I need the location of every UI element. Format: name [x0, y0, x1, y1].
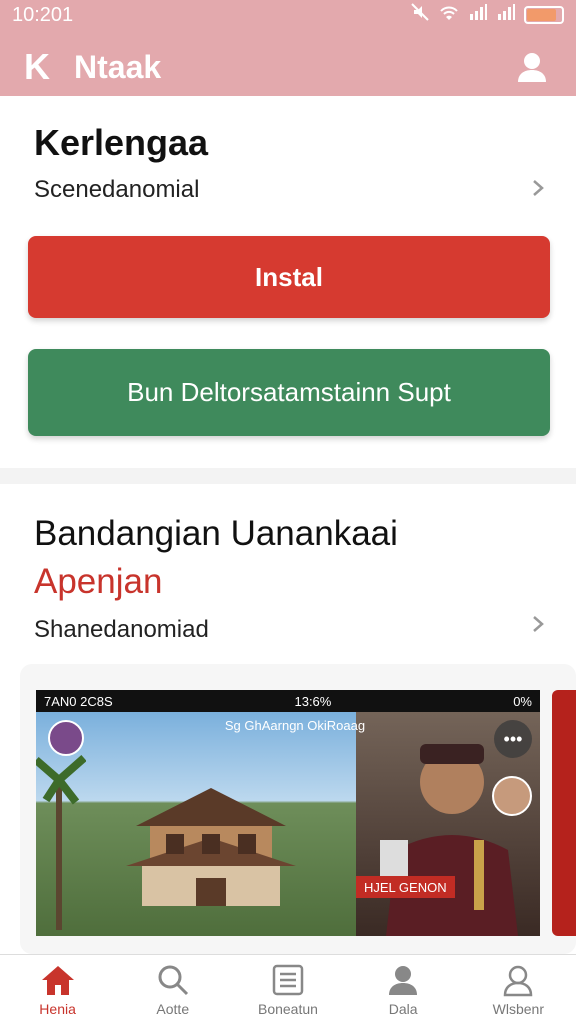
bottom-nav: Henia Aotte Boneatun Dala Wlsbenr — [0, 954, 576, 1024]
avatar[interactable] — [492, 776, 532, 816]
status-time: 10:201 — [12, 3, 74, 26]
signal-icon — [468, 2, 488, 28]
home-icon — [40, 963, 76, 997]
chevron-right-icon[interactable] — [528, 174, 548, 205]
app-title: Ntaak — [74, 48, 162, 85]
nav-label-list: Boneatun — [257, 1000, 318, 1017]
palm-tree-illustration — [36, 754, 86, 930]
nav-label-person: Dala — [388, 1000, 418, 1017]
thumb-status-left: 7AN0 2C8S — [44, 693, 113, 709]
status-bar: 10:201 — [0, 0, 576, 30]
house-illustration — [126, 788, 296, 906]
screenshot-partial[interactable] — [552, 690, 576, 936]
battery-icon — [524, 6, 564, 24]
section-subtitle[interactable]: Shanedanomiad — [34, 616, 209, 644]
app-info-card: Kerlengaa Scenedanomial Instal Bun Delto… — [0, 96, 576, 468]
mute-icon — [410, 2, 430, 28]
avatar[interactable] — [48, 720, 84, 756]
media-section-card: Bandangian Uanankaai Apenjan Shanedanomi… — [0, 484, 576, 954]
nav-item-person[interactable]: Dala — [348, 963, 458, 1017]
profile-icon — [518, 53, 546, 82]
nav-item-account[interactable]: Wlsbenr — [463, 963, 573, 1017]
signal-icon-2 — [496, 2, 516, 28]
more-options-icon[interactable]: ••• — [494, 720, 532, 758]
wifi-icon — [438, 2, 460, 28]
profile-button[interactable] — [512, 47, 552, 87]
nav-item-search[interactable]: Aotte — [118, 963, 228, 1017]
user-outline-icon — [500, 963, 536, 997]
thumb-status-bar: 7AN0 2C8S 13:6% 0% — [36, 690, 540, 712]
top-bar: 10:201 K Ntaak — [0, 0, 576, 96]
install-button[interactable]: Instal — [28, 236, 550, 318]
nav-label-home: Henia — [39, 1000, 76, 1017]
nav-item-list[interactable]: Boneatun — [233, 963, 343, 1017]
section-heading: Bandangian Uanankaai — [34, 514, 398, 553]
app-bar: K Ntaak — [0, 38, 576, 96]
live-label: HJEL GENON — [356, 876, 455, 898]
nav-label-search: Aotte — [156, 1000, 190, 1017]
nav-item-home[interactable]: Henia — [3, 963, 113, 1017]
nav-label-account: Wlsbenr — [492, 1000, 545, 1017]
media-carousel[interactable]: 7AN0 2C8S 13:6% 0% Sg GhAarngn OkiRoaag … — [20, 664, 576, 954]
app-subtitle[interactable]: Scenedanomial — [34, 176, 199, 204]
support-button[interactable]: Bun Deltorsatamstainn Supt — [28, 349, 550, 436]
app-name-heading: Kerlengaa — [34, 122, 209, 163]
chevron-right-icon[interactable] — [528, 610, 548, 641]
thumb-caption: Sg GhAarngn OkiRoaag — [224, 718, 366, 733]
person-icon — [385, 963, 421, 997]
app-logo[interactable]: K — [24, 46, 50, 88]
section-heading-accent: Apenjan — [34, 562, 163, 601]
list-icon — [270, 963, 306, 997]
status-icons — [410, 2, 564, 28]
thumb-status-right: 0% — [513, 693, 532, 709]
search-icon — [155, 963, 191, 997]
thumb-status-mid: 13:6% — [294, 693, 332, 709]
